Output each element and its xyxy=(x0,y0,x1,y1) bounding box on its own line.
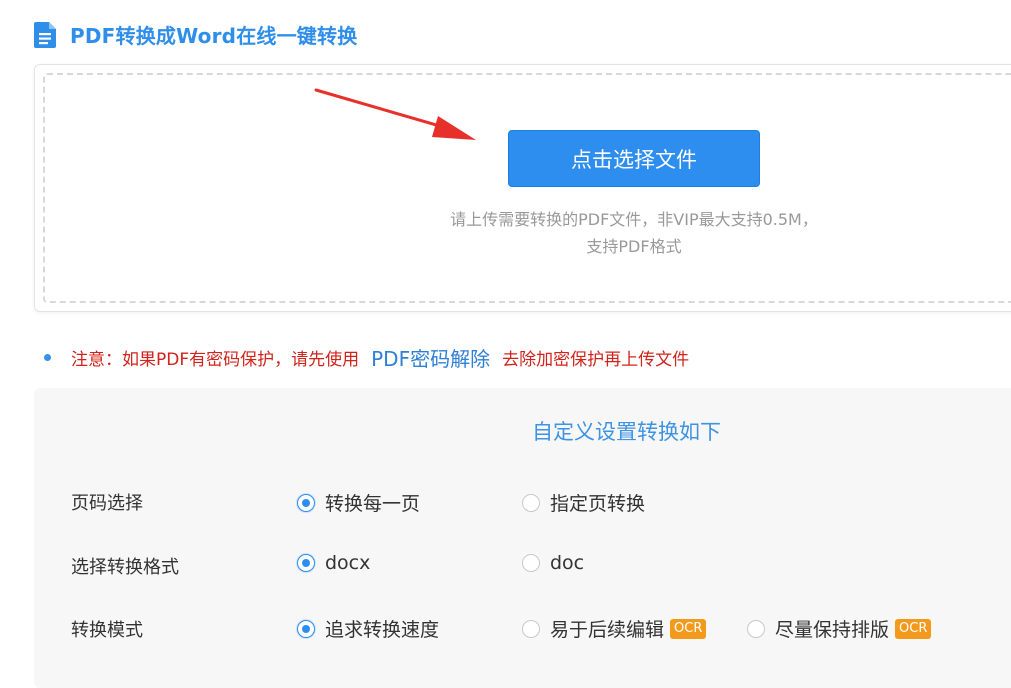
radio-doc[interactable]: doc xyxy=(522,552,584,574)
format-selection-label: 选择转换格式 xyxy=(71,557,179,578)
settings-panel xyxy=(34,388,1011,688)
notice-suffix: 去除加密保护再上传文件 xyxy=(502,350,690,370)
radio-speed[interactable]: 追求转换速度 xyxy=(297,615,439,642)
option-label: 转换每一页 xyxy=(325,493,421,515)
radio-specified-pages[interactable]: 指定页转换 xyxy=(522,489,645,516)
upload-hint-line2: 支持PDF格式 xyxy=(586,237,682,256)
page-title: PDF转换成Word在线一键转换 xyxy=(70,24,358,48)
radio-unchecked-icon[interactable] xyxy=(747,619,765,638)
option-label: 指定页转换 xyxy=(550,493,646,515)
upload-dropzone[interactable] xyxy=(34,64,1011,312)
option-label: 尽量保持排版 xyxy=(775,619,890,641)
conversion-mode-label: 转换模式 xyxy=(71,620,143,641)
upload-hint: 请上传需要转换的PDF文件，非VIP最大支持0.5M， 支持PDF格式 xyxy=(374,206,894,260)
radio-convert-every-page[interactable]: 转换每一页 xyxy=(297,489,420,516)
select-file-button[interactable]: 点击选择文件 xyxy=(508,130,760,187)
radio-unchecked-icon[interactable] xyxy=(522,493,540,512)
option-label: doc xyxy=(550,552,585,574)
dashed-border xyxy=(43,73,1011,303)
radio-checked-icon[interactable] xyxy=(297,619,315,638)
radio-keep-layout[interactable]: 尽量保持排版 OCR xyxy=(747,615,932,642)
upload-hint-line1: 请上传需要转换的PDF文件，非VIP最大支持0.5M， xyxy=(450,210,818,229)
red-arrow-icon xyxy=(314,88,476,140)
settings-heading: 自定义设置转换如下 xyxy=(532,420,721,444)
option-label: 追求转换速度 xyxy=(325,619,440,641)
ocr-badge: OCR xyxy=(895,618,932,639)
radio-unchecked-icon[interactable] xyxy=(522,554,540,572)
radio-checked-icon[interactable] xyxy=(297,493,315,512)
page-header: PDF转换成Word在线一键转换 xyxy=(34,20,357,49)
pdf-password-remove-link[interactable]: PDF密码解除 xyxy=(371,343,490,372)
option-label: docx xyxy=(325,552,371,574)
document-icon xyxy=(34,21,56,48)
radio-unchecked-icon[interactable] xyxy=(522,619,540,638)
radio-checked-icon[interactable] xyxy=(297,554,315,572)
ocr-badge: OCR xyxy=(670,618,707,639)
option-label: 易于后续编辑 xyxy=(550,619,665,641)
radio-easy-edit[interactable]: 易于后续编辑 OCR xyxy=(522,615,707,642)
bullet-icon xyxy=(44,354,51,361)
page-selection-label: 页码选择 xyxy=(71,493,143,514)
password-notice: 注意：如果PDF有密码保护，请先使用 PDF密码解除 去除加密保护再上传文件 xyxy=(44,343,689,372)
radio-docx[interactable]: docx xyxy=(297,552,370,574)
notice-prefix: 注意：如果PDF有密码保护，请先使用 xyxy=(71,350,360,370)
